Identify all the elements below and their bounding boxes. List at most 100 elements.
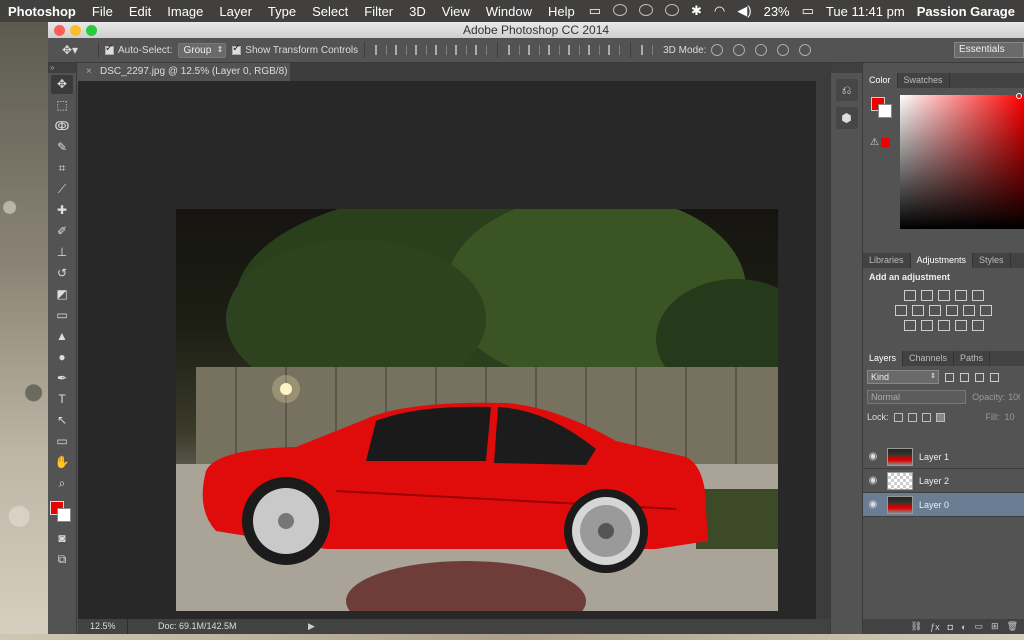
new-layer-icon[interactable]: ⊞ xyxy=(991,621,999,632)
gradient-map-icon[interactable] xyxy=(954,320,967,331)
channel-mixer-icon[interactable] xyxy=(963,305,975,316)
layer-row[interactable]: ◉ Layer 1 xyxy=(863,445,1024,469)
3d-roll-icon[interactable] xyxy=(733,44,746,56)
out-of-gamut-warning-icon[interactable]: ⚠ xyxy=(870,137,879,148)
brightness-contrast-icon[interactable] xyxy=(903,290,916,301)
color-picker-cursor[interactable] xyxy=(1016,93,1022,99)
workspace-dropdown[interactable]: Essentials xyxy=(954,42,1024,58)
wifi-icon[interactable]: ◠ xyxy=(708,3,731,19)
align-right-icon[interactable] xyxy=(475,45,488,55)
blend-mode-dropdown[interactable]: Normal xyxy=(867,390,967,404)
color-balance-icon[interactable] xyxy=(912,305,924,316)
auto-align-layers-icon[interactable] xyxy=(641,45,654,55)
link-layers-icon[interactable]: ⛓ xyxy=(911,621,922,632)
screen-mode-icon[interactable]: ⧉ xyxy=(51,550,73,569)
menu-app-name[interactable]: Photoshop xyxy=(0,4,84,19)
tab-styles[interactable]: Styles xyxy=(973,253,1011,268)
layer-row[interactable]: ◉ Layer 0 xyxy=(863,493,1024,517)
hue-saturation-icon[interactable] xyxy=(895,305,907,316)
lock-transparent-icon[interactable] xyxy=(893,412,903,422)
menu-view[interactable]: View xyxy=(434,4,478,19)
tab-color[interactable]: Color xyxy=(863,73,898,88)
align-bottom-icon[interactable] xyxy=(415,45,428,55)
3d-slide-icon[interactable] xyxy=(777,44,790,56)
visibility-eye-icon[interactable]: ◉ xyxy=(863,451,883,462)
type-tool-icon[interactable]: T xyxy=(51,390,73,409)
vibrance-icon[interactable] xyxy=(971,290,984,301)
panel-collapse-icon[interactable]: » xyxy=(48,63,76,73)
battery-percent[interactable]: 23% xyxy=(758,4,796,19)
tab-libraries[interactable]: Libraries xyxy=(863,253,911,268)
rectangle-tool-icon[interactable]: ▭ xyxy=(51,432,73,451)
align-top-icon[interactable] xyxy=(375,45,388,55)
fill-value[interactable]: 100 xyxy=(1005,412,1015,422)
close-window-button[interactable] xyxy=(54,25,65,36)
gradient-tool-icon[interactable]: ▭ xyxy=(51,306,73,325)
document-image[interactable] xyxy=(176,209,778,611)
menu-select[interactable]: Select xyxy=(304,4,356,19)
tab-adjustments[interactable]: Adjustments xyxy=(910,253,974,268)
history-brush-tool-icon[interactable]: ↺ xyxy=(51,264,73,283)
lock-image-icon[interactable] xyxy=(907,412,917,422)
sync-icon[interactable] xyxy=(633,3,659,19)
layer-filter-kind-dropdown[interactable]: Kind xyxy=(867,370,939,384)
minimize-window-button[interactable] xyxy=(70,25,81,36)
strip-collapse-icon[interactable] xyxy=(831,63,862,73)
hand-tool-icon[interactable]: ✋ xyxy=(51,453,73,472)
distribute-vcenter-icon[interactable] xyxy=(528,45,541,55)
curves-icon[interactable] xyxy=(937,290,950,301)
levels-icon[interactable] xyxy=(920,290,933,301)
quick-select-tool-icon[interactable]: ✎ xyxy=(51,138,73,157)
filter-shape-icon[interactable] xyxy=(990,372,999,382)
auto-select-dropdown[interactable]: Group xyxy=(178,42,227,58)
photo-filter-icon[interactable] xyxy=(946,305,958,316)
menu-window[interactable]: Window xyxy=(478,4,540,19)
bluetooth-icon[interactable]: ✱ xyxy=(685,3,708,19)
move-tool-icon[interactable]: ✥ xyxy=(51,75,73,94)
brush-tool-icon[interactable]: ✐ xyxy=(51,222,73,241)
canvas-vertical-scrollbar[interactable] xyxy=(816,81,830,619)
align-hcenter-icon[interactable] xyxy=(455,45,468,55)
3d-panel-icon[interactable]: ⬢ xyxy=(835,107,858,129)
close-document-icon[interactable]: × xyxy=(86,63,92,81)
visibility-eye-icon[interactable]: ◉ xyxy=(863,475,883,486)
threshold-icon[interactable] xyxy=(937,320,950,331)
menu-image[interactable]: Image xyxy=(159,4,211,19)
pen-tool-icon[interactable]: ✒ xyxy=(51,369,73,388)
3d-scale-icon[interactable] xyxy=(799,44,812,56)
align-left-icon[interactable] xyxy=(435,45,448,55)
opacity-value[interactable]: 100 xyxy=(1008,392,1020,402)
quick-mask-icon[interactable]: ◙ xyxy=(51,529,73,548)
auto-select-checkbox[interactable] xyxy=(105,43,114,55)
distribute-right-icon[interactable] xyxy=(608,45,621,55)
new-group-icon[interactable]: ▭ xyxy=(975,621,984,632)
blur-tool-icon[interactable]: ▲ xyxy=(51,327,73,346)
marquee-tool-icon[interactable]: ⬚ xyxy=(51,96,73,115)
posterize-icon[interactable] xyxy=(920,320,933,331)
menu-layer[interactable]: Layer xyxy=(211,4,260,19)
airplay-icon[interactable]: ▭ xyxy=(583,3,607,19)
lock-position-icon[interactable] xyxy=(921,412,931,422)
history-panel-icon[interactable]: ⎌ xyxy=(835,79,858,101)
tab-layers[interactable]: Layers xyxy=(863,351,904,366)
healing-brush-tool-icon[interactable]: ✚ xyxy=(51,201,73,220)
crop-tool-icon[interactable]: ⌗ xyxy=(51,159,73,178)
dodge-tool-icon[interactable]: ● xyxy=(51,348,73,367)
visibility-eye-icon[interactable]: ◉ xyxy=(863,499,883,510)
battery-icon[interactable]: ▭ xyxy=(796,3,820,19)
distribute-top-icon[interactable] xyxy=(508,45,521,55)
eyedropper-tool-icon[interactable]: ⟋ xyxy=(51,180,73,199)
path-selection-tool-icon[interactable]: ↖ xyxy=(51,411,73,430)
document-tab[interactable]: × DSC_2297.jpg @ 12.5% (Layer 0, RGB/8) … xyxy=(78,63,290,95)
exposure-icon[interactable] xyxy=(954,290,967,301)
status-menu-arrow-icon[interactable]: ▶ xyxy=(308,619,315,634)
menu-type[interactable]: Type xyxy=(260,4,304,19)
new-adjustment-layer-icon[interactable]: ◐ xyxy=(961,622,966,632)
3d-pan-icon[interactable] xyxy=(755,44,768,56)
filter-pixel-icon[interactable] xyxy=(945,372,954,382)
add-mask-icon[interactable]: ◘ xyxy=(948,622,953,632)
menu-3d[interactable]: 3D xyxy=(401,4,434,19)
tab-swatches[interactable]: Swatches xyxy=(898,73,950,88)
color-panel-background[interactable] xyxy=(878,104,892,118)
distribute-hcenter-icon[interactable] xyxy=(588,45,601,55)
